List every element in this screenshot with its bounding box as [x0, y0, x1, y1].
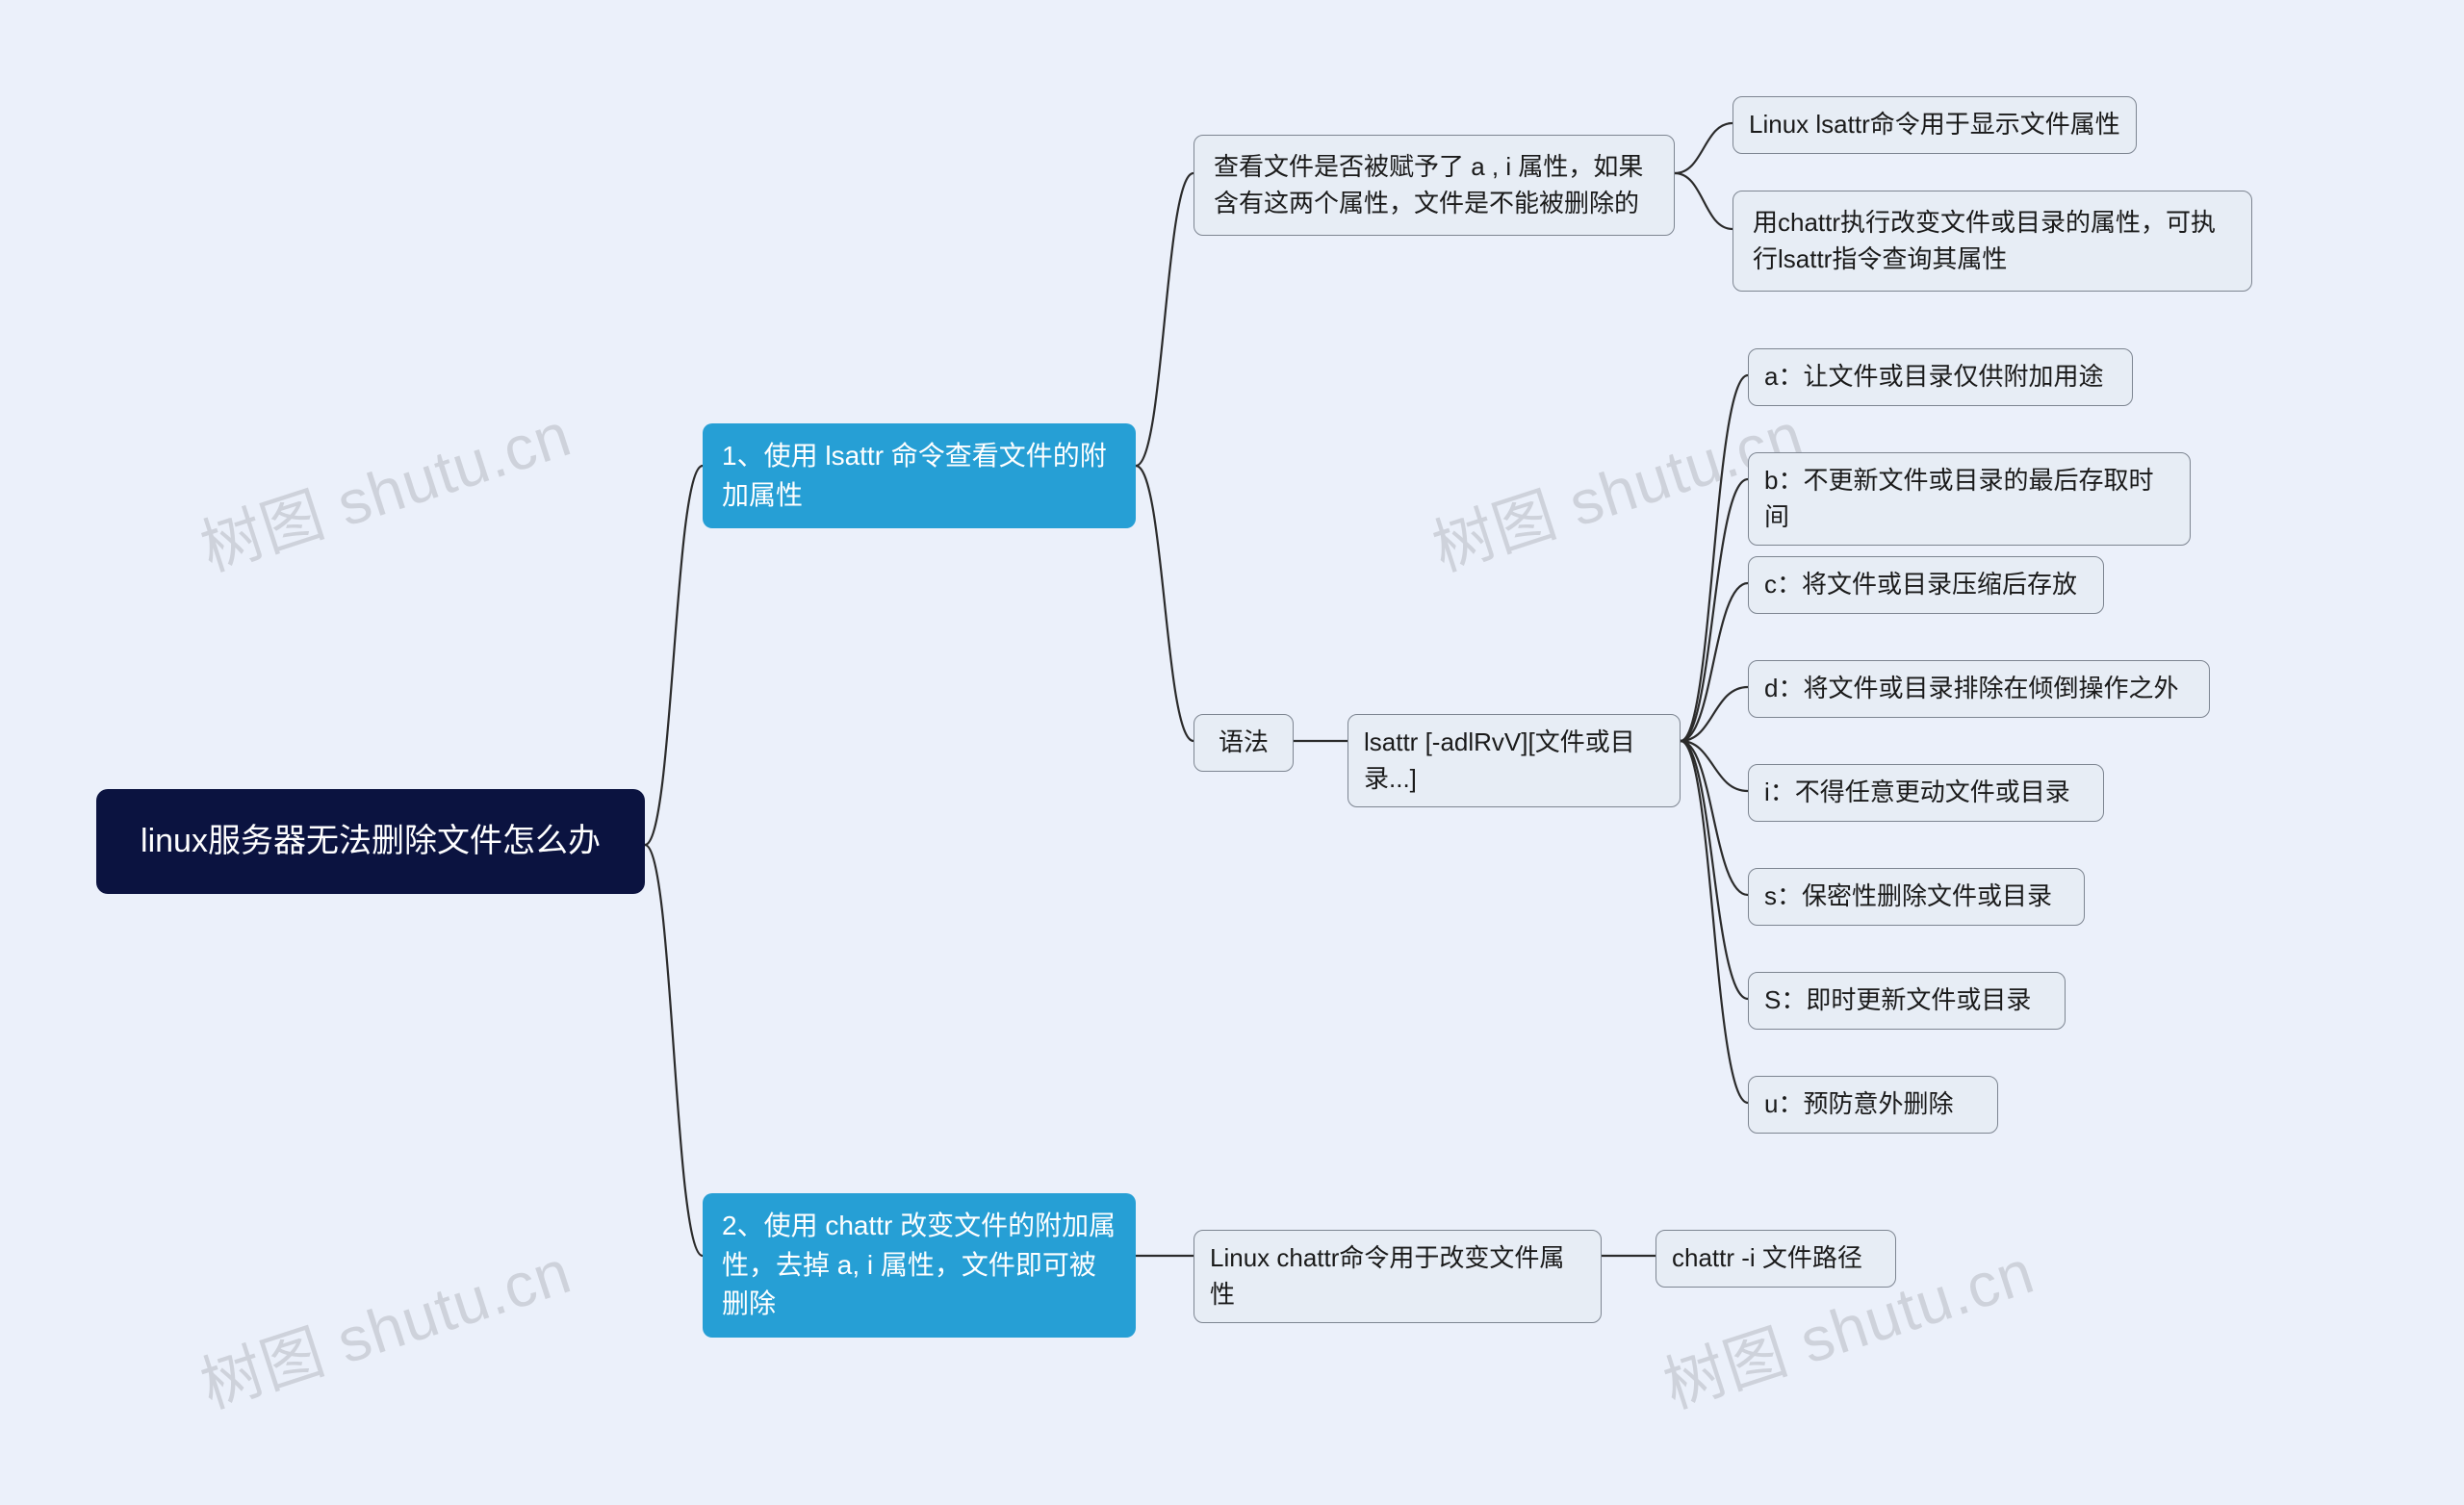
- node-opt-d: d：将文件或目录排除在倾倒操作之外: [1748, 660, 2210, 718]
- node-opt-c: c：将文件或目录压缩后存放: [1748, 556, 2104, 614]
- syntax-label-text: 语法: [1219, 727, 1269, 756]
- node-opt-a: a：让文件或目录仅供附加用途: [1748, 348, 2133, 406]
- lsattr-desc-text: Linux lsattr命令用于显示文件属性: [1749, 110, 2120, 139]
- opt-cap-s-text: S：即时更新文件或目录: [1764, 985, 2031, 1014]
- opt-b-text: b：不更新文件或目录的最后存取时间: [1764, 466, 2153, 531]
- main1-label: 1、使用 lsattr 命令查看文件的附加属性: [722, 441, 1107, 510]
- opt-s-text: s：保密性删除文件或目录: [1764, 881, 2052, 910]
- watermark: 树图 shutu.cn: [189, 1223, 581, 1426]
- node-syntax-label: 语法: [1194, 714, 1294, 772]
- node-opt-i: i：不得任意更动文件或目录: [1748, 764, 2104, 822]
- opt-u-text: u：预防意外删除: [1764, 1089, 1953, 1118]
- node-lsattr-desc: Linux lsattr命令用于显示文件属性: [1732, 96, 2137, 154]
- node-opt-u: u：预防意外删除: [1748, 1076, 1998, 1134]
- syntax-cmd-text: lsattr [-adlRvV][文件或目录...]: [1364, 727, 1635, 793]
- check-ai-text: 查看文件是否被赋予了 a , i 属性，如果含有这两个属性，文件是不能被删除的: [1214, 152, 1643, 217]
- opt-a-text: a：让文件或目录仅供附加用途: [1764, 362, 2103, 391]
- watermark: 树图 shutu.cn: [189, 386, 581, 589]
- opt-d-text: d：将文件或目录排除在倾倒操作之外: [1764, 674, 2178, 702]
- node-check-ai: 查看文件是否被赋予了 a , i 属性，如果含有这两个属性，文件是不能被删除的: [1194, 135, 1675, 236]
- chattr-desc-text: Linux chattr命令用于改变文件属性: [1210, 1243, 1564, 1309]
- root-title: linux服务器无法删除文件怎么办: [141, 823, 601, 859]
- node-chattr-change: 用chattr执行改变文件或目录的属性，可执行lsattr指令查询其属性: [1732, 191, 2252, 292]
- root-node: linux服务器无法删除文件怎么办: [96, 789, 645, 894]
- node-opt-s: s：保密性删除文件或目录: [1748, 868, 2085, 926]
- main-node-lsattr: 1、使用 lsattr 命令查看文件的附加属性: [703, 423, 1136, 528]
- opt-c-text: c：将文件或目录压缩后存放: [1764, 570, 2077, 599]
- node-opt-cap-s: S：即时更新文件或目录: [1748, 972, 2066, 1030]
- node-chattr-cmd: chattr -i 文件路径: [1656, 1230, 1896, 1288]
- chattr-change-text: 用chattr执行改变文件或目录的属性，可执行lsattr指令查询其属性: [1753, 208, 2216, 273]
- chattr-cmd-text: chattr -i 文件路径: [1672, 1243, 1862, 1272]
- node-syntax-cmd: lsattr [-adlRvV][文件或目录...]: [1348, 714, 1681, 807]
- node-opt-b: b：不更新文件或目录的最后存取时间: [1748, 452, 2191, 546]
- node-chattr-desc: Linux chattr命令用于改变文件属性: [1194, 1230, 1602, 1323]
- opt-i-text: i：不得任意更动文件或目录: [1764, 778, 2070, 806]
- main2-label: 2、使用 chattr 改变文件的附加属性，去掉 a, i 属性，文件即可被删除: [722, 1211, 1116, 1318]
- main-node-chattr: 2、使用 chattr 改变文件的附加属性，去掉 a, i 属性，文件即可被删除: [703, 1193, 1136, 1338]
